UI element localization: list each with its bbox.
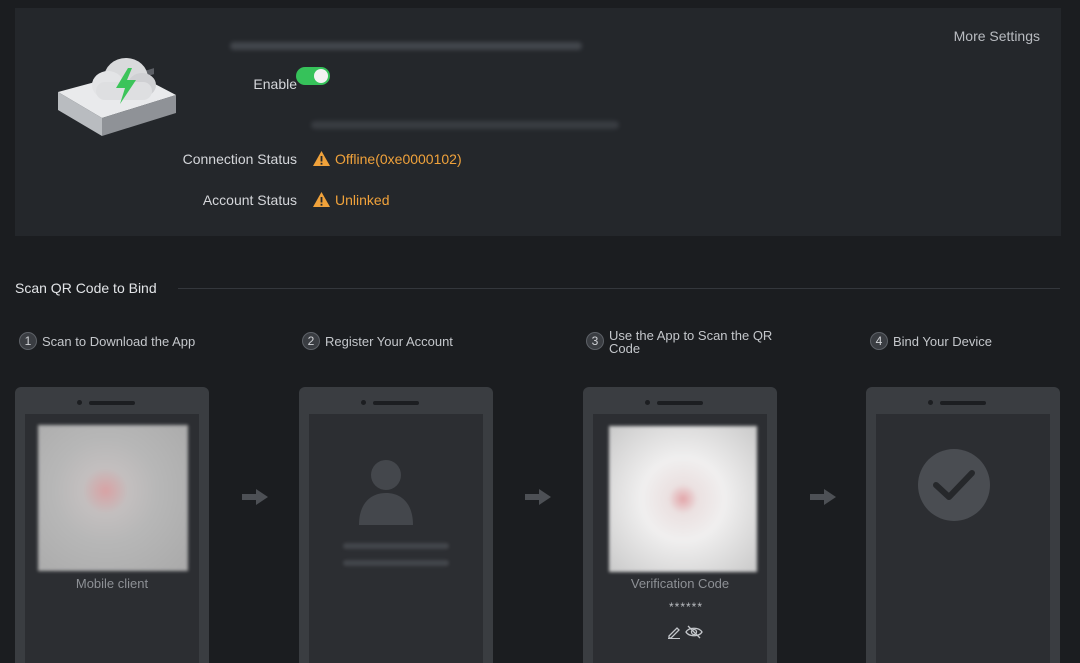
connection-status-value: Offline(0xe0000102) (312, 150, 462, 167)
phone-screen (309, 414, 483, 663)
account-status-text: Unlinked (335, 191, 390, 208)
app-download-qr-code (38, 425, 188, 571)
phone-download-app: Mobile client (15, 387, 209, 663)
arrow-right-icon (810, 489, 836, 505)
phone-bind-device (866, 387, 1060, 663)
hint-line (311, 121, 619, 129)
phone-camera (928, 400, 933, 405)
phone-camera (361, 400, 366, 405)
enable-label: Enable (253, 76, 297, 92)
phone-camera (645, 400, 650, 405)
arrow-right-icon (242, 489, 268, 505)
step-2-header: 2 Register Your Account (302, 332, 502, 350)
step-number: 3 (586, 332, 604, 350)
step-1-header: 1 Scan to Download the App (19, 332, 219, 350)
verification-code-value: ****** (669, 600, 704, 614)
connection-status-text: Offline(0xe0000102) (335, 150, 462, 167)
toggle-knob (314, 69, 328, 83)
phone-camera (77, 400, 82, 405)
warning-icon (313, 151, 330, 166)
eye-hidden-icon[interactable] (685, 625, 703, 639)
edit-icon[interactable] (667, 625, 681, 639)
step-label: Bind Your Device (893, 334, 993, 349)
step-4-header: 4 Bind Your Device (870, 332, 1070, 350)
enable-toggle[interactable] (296, 67, 330, 85)
phone-speaker (89, 401, 135, 405)
placeholder-line (343, 543, 449, 549)
step-label: Use the App to Scan the QR Code (609, 328, 773, 356)
more-settings-link[interactable]: More Settings (954, 28, 1040, 44)
mobile-client-caption: Mobile client (75, 576, 149, 591)
step-number: 2 (302, 332, 320, 350)
phone-register-account (299, 387, 493, 663)
description-line (230, 42, 582, 50)
verification-code-caption: Verification Code (630, 576, 730, 591)
step-number: 4 (870, 332, 888, 350)
section-title: Scan QR Code to Bind (15, 280, 157, 296)
step-label: Register Your Account (325, 334, 453, 349)
section-divider (178, 288, 1060, 289)
step-3-header: 3 Use the App to Scan the QR Code (586, 326, 786, 355)
account-status-label: Account Status (202, 192, 297, 208)
verification-qr-code (609, 426, 757, 572)
phone-speaker (373, 401, 419, 405)
phone-scan-qr: Verification Code (583, 387, 777, 663)
phone-speaker (657, 401, 703, 405)
cloud-device-illustration (58, 58, 176, 136)
connection-status-label: Connection Status (182, 151, 297, 167)
placeholder-line (343, 560, 449, 566)
warning-icon (313, 192, 330, 207)
phone-speaker (940, 401, 986, 405)
verification-code-actions (667, 625, 703, 639)
step-number: 1 (19, 332, 37, 350)
step-label: Scan to Download the App (42, 334, 196, 349)
account-status-value: Unlinked (312, 191, 389, 208)
user-avatar-icon (359, 460, 413, 525)
check-icon (933, 470, 975, 500)
arrow-right-icon (525, 489, 551, 505)
